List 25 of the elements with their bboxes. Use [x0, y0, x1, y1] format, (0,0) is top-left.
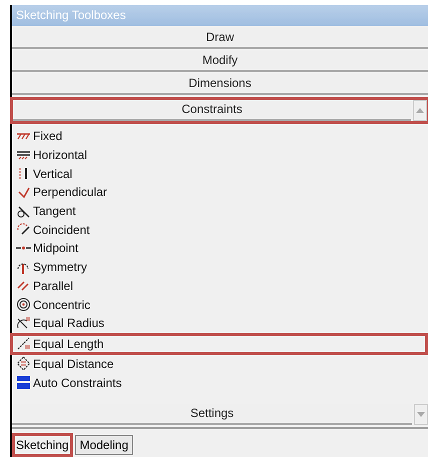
constraint-item[interactable]: Parallel: [33, 276, 74, 295]
constraint-item[interactable]: Symmetry: [33, 258, 87, 276]
constraint-item[interactable]: Fixed: [33, 127, 62, 146]
tab[interactable]: Modeling: [74, 435, 134, 455]
constraint-item[interactable]: Perpendicular: [33, 183, 108, 202]
constraint-item[interactable]: Midpoint: [33, 239, 78, 258]
constraint-icon: [16, 297, 31, 312]
constraint-item[interactable]: Equal Radius: [33, 314, 104, 332]
constraint-item[interactable]: Auto Constraints: [33, 374, 122, 392]
constraint-icon: [16, 222, 31, 238]
constraint-item[interactable]: Coincident: [33, 220, 90, 239]
constraint-item[interactable]: Equal Distance: [33, 354, 114, 373]
constraint-icon: [16, 246, 31, 250]
constraint-icon: [16, 316, 31, 331]
tab[interactable]: Sketching: [12, 433, 73, 457]
constraint-item[interactable]: Equal Length: [33, 334, 104, 353]
constraint-item[interactable]: Tangent: [33, 202, 76, 220]
constraint-icon: [16, 132, 31, 140]
constraint-item[interactable]: Vertical: [33, 164, 72, 183]
constraint-icon: [16, 336, 31, 352]
constraint-icon: [16, 356, 31, 372]
constraint-item[interactable]: Concentric: [33, 296, 90, 314]
constraint-icon: [16, 204, 31, 219]
window-title: Sketching Toolboxes: [12, 5, 428, 26]
constraint-item[interactable]: Horizontal: [33, 146, 88, 164]
